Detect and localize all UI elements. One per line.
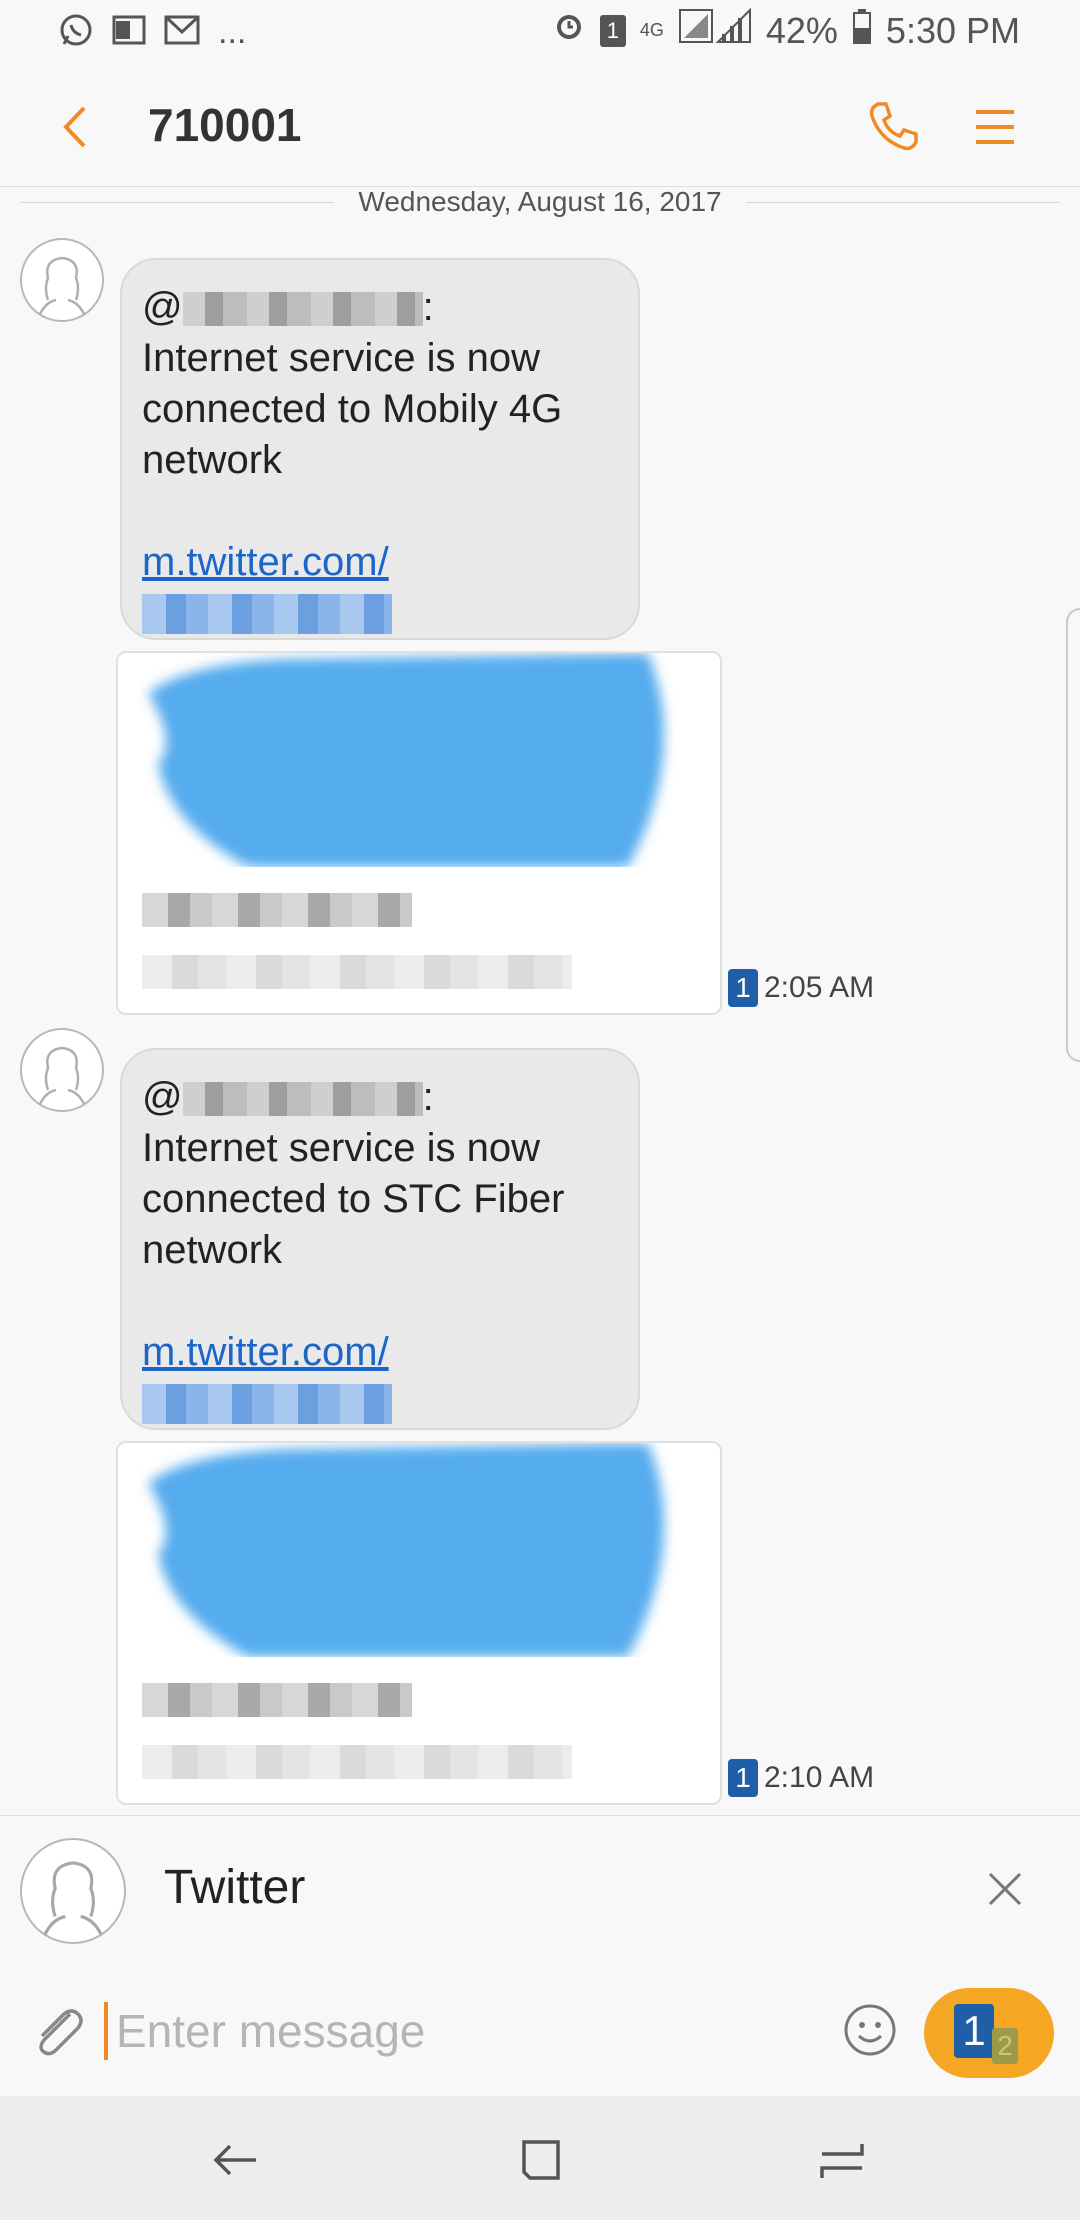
recents-icon — [820, 2144, 864, 2178]
message-bubble[interactable]: @: Internet service is now connected to … — [120, 258, 640, 640]
outlook-icon — [112, 13, 146, 52]
message-text-line: connected to Mobily 4G — [142, 387, 563, 431]
status-bar: ... 1 4G 42% 5:30 PM — [0, 0, 1080, 64]
sim-one-icon: 1 — [599, 14, 626, 47]
call-button[interactable] — [866, 98, 922, 154]
nav-back-button[interactable] — [206, 2132, 266, 2188]
smiley-icon — [844, 2004, 896, 2056]
preview-image — [148, 1443, 664, 1657]
link-preview-card[interactable] — [116, 1441, 722, 1805]
sim-badge: 1 — [728, 1759, 758, 1797]
message-composer: 1 2 — [0, 1966, 1080, 2096]
more-notifications: ... — [218, 13, 247, 51]
divider — [20, 201, 335, 203]
sim-one-badge: 1 — [954, 2004, 994, 2058]
conversation-header: 710001 — [0, 64, 1080, 187]
sender-prefix: @ — [142, 285, 183, 329]
nav-recents-button[interactable] — [812, 2132, 872, 2188]
recipient-avatar[interactable] — [20, 1838, 126, 1944]
redacted-preview-title — [142, 1683, 412, 1717]
sim-two-badge: 2 — [992, 2028, 1018, 2064]
message-link[interactable]: m.twitter.com/ — [142, 537, 618, 588]
redacted-preview-title — [142, 893, 412, 927]
chevron-left-icon — [63, 106, 86, 148]
home-square-icon — [522, 2140, 560, 2180]
menu-button[interactable] — [970, 102, 1020, 152]
signal-icon — [678, 7, 752, 53]
send-button[interactable]: 1 2 — [924, 1988, 1054, 2078]
message-text-line: Internet service is now — [142, 1126, 540, 1170]
recipient-name: Twitter — [164, 1861, 306, 1914]
message-timestamp: 1 2:10 AM — [728, 1759, 874, 1797]
scroll-handle[interactable] — [1066, 608, 1080, 1062]
recipient-bar: Twitter — [0, 1815, 1080, 1967]
message-input[interactable] — [104, 2002, 816, 2060]
close-icon — [988, 1872, 1022, 1906]
back-button[interactable] — [54, 102, 98, 152]
redacted-sender — [182, 292, 423, 327]
sim-badge: 1 — [728, 969, 758, 1007]
person-icon — [38, 1046, 86, 1105]
timestamp-text: 2:10 AM — [764, 1761, 875, 1794]
gmail-icon — [164, 14, 200, 51]
message-sender-line: @: — [142, 282, 618, 333]
person-icon — [38, 256, 86, 315]
date-label: Wednesday, August 16, 2017 — [358, 186, 722, 217]
menu-icon — [976, 110, 1014, 144]
date-separator: Wednesday, August 16, 2017 — [20, 184, 1061, 220]
sender-suffix: : — [422, 285, 434, 329]
message-text-line: connected to STC Fiber — [142, 1177, 565, 1221]
sender-avatar[interactable] — [20, 238, 104, 322]
redacted-preview-url — [142, 955, 572, 989]
redacted-link[interactable] — [142, 1384, 392, 1424]
network-type: 4G — [639, 20, 664, 40]
redacted-link[interactable] — [142, 594, 392, 634]
person-icon — [43, 1861, 103, 1936]
clock: 5:30 PM — [885, 9, 1020, 51]
preview-image — [148, 653, 664, 867]
sender-avatar[interactable] — [20, 1028, 104, 1112]
battery-percent: 42% — [765, 9, 838, 51]
nav-home-button[interactable] — [510, 2132, 570, 2188]
link-preview-card[interactable] — [116, 651, 722, 1015]
emoji-button[interactable] — [842, 2002, 898, 2058]
timestamp-text: 2:05 AM — [764, 971, 875, 1004]
navigation-bar — [0, 2096, 1080, 2220]
whatsapp-icon — [58, 12, 94, 53]
paperclip-icon — [39, 2009, 83, 2056]
arrow-left-icon — [213, 2144, 256, 2176]
alarm-icon — [552, 9, 586, 52]
message-bubble[interactable]: @: Internet service is now connected to … — [120, 1048, 640, 1430]
status-notification-icons: ... — [58, 12, 246, 53]
redacted-sender — [182, 1082, 423, 1117]
redacted-preview-url — [142, 1745, 572, 1779]
message-link[interactable]: m.twitter.com/ — [142, 1327, 618, 1378]
sender-suffix: : — [422, 1075, 434, 1119]
battery-icon — [852, 8, 872, 53]
message-text-line: Internet service is now — [142, 336, 540, 380]
message-timestamp: 1 2:05 AM — [728, 969, 874, 1007]
phone-icon — [869, 102, 918, 151]
remove-recipient-button[interactable] — [986, 1870, 1024, 1908]
status-system-icons: 1 4G 42% 5:30 PM — [552, 7, 1020, 53]
sender-prefix: @ — [142, 1075, 183, 1119]
message-text-line: network — [142, 1228, 283, 1272]
divider — [745, 201, 1061, 203]
message-text-line: network — [142, 438, 283, 482]
page-title: 710001 — [148, 99, 302, 151]
attach-button[interactable] — [30, 2000, 86, 2060]
message-sender-line: @: — [142, 1072, 618, 1123]
